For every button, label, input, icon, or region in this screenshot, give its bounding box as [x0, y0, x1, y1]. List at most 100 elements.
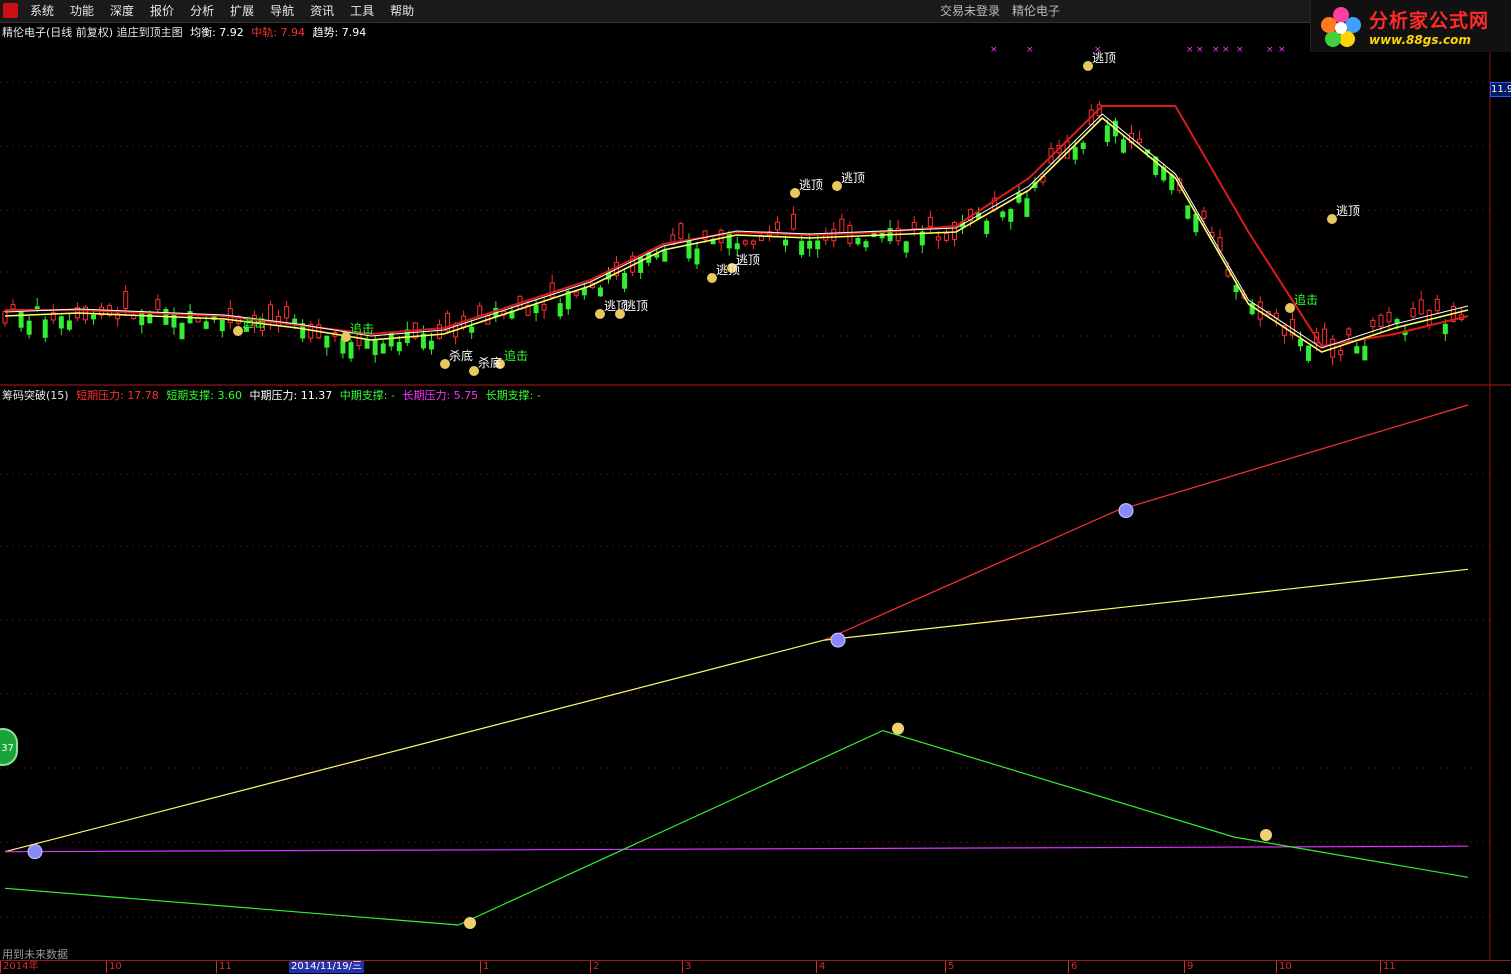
- menu-item-extension[interactable]: 扩展: [222, 0, 262, 22]
- main-series-line: [5, 105, 1469, 348]
- candle-body: [324, 335, 330, 348]
- sub-series-line: [4, 729, 1469, 926]
- candle-body: [1201, 210, 1207, 219]
- candle-body: [268, 304, 274, 322]
- signal-label: 杀底: [449, 348, 473, 363]
- top-marker: ×: [1266, 45, 1274, 55]
- tick-label: 10: [1276, 961, 1292, 973]
- candle-body: [1418, 299, 1424, 315]
- candle-body: [1185, 205, 1191, 219]
- app-logo-icon[interactable]: [3, 3, 18, 18]
- money-bag-icon: [1260, 828, 1272, 841]
- face-marker-icon: [27, 844, 43, 860]
- candle-body: [557, 303, 563, 317]
- menu-item-function[interactable]: 功能: [62, 0, 102, 22]
- tick-label: 11: [1380, 961, 1396, 973]
- candle-body: [292, 318, 298, 324]
- candle-body: [935, 236, 941, 241]
- candle-body: [171, 312, 177, 328]
- candle-body: [1322, 328, 1328, 347]
- candle-body: [1169, 174, 1175, 191]
- signal-label: 追击: [504, 348, 528, 363]
- candle-body: [783, 239, 789, 246]
- sub-series-line: [4, 568, 1469, 853]
- tick-label: 5: [945, 961, 954, 973]
- candle-body: [284, 306, 290, 319]
- signal-label: 逃顶: [799, 178, 823, 192]
- candle-body: [815, 240, 821, 250]
- candle-body: [1137, 138, 1143, 144]
- candle-body: [380, 343, 386, 354]
- candle-body: [1394, 319, 1400, 324]
- menu-item-help[interactable]: 帮助: [382, 0, 422, 22]
- candle-body: [179, 322, 185, 340]
- candle-body: [396, 341, 402, 352]
- candle-body: [123, 291, 129, 309]
- cursor-date-label: 2014/11/19/三: [289, 961, 365, 973]
- candle-body: [791, 213, 797, 230]
- signal-label: 逃顶: [624, 299, 648, 313]
- candle-body: [372, 339, 378, 356]
- candle-body: [863, 241, 869, 248]
- candle-body: [1410, 307, 1416, 318]
- candle-body: [541, 304, 547, 311]
- candle-body: [1104, 125, 1110, 143]
- tick-label: 6: [1068, 961, 1077, 973]
- money-bag-icon: [464, 917, 476, 929]
- candle-body: [799, 240, 805, 255]
- candle-body: [807, 240, 813, 249]
- candle-body: [1386, 311, 1392, 323]
- face-marker-icon: [830, 632, 846, 648]
- tick-label: 4: [816, 961, 825, 973]
- money-bag-icon: [892, 722, 904, 735]
- menu-item-navigation[interactable]: 导航: [262, 0, 302, 22]
- candle-body: [1442, 323, 1448, 335]
- candle-body: [437, 324, 443, 339]
- candle-body: [91, 314, 97, 320]
- menu-item-info[interactable]: 资讯: [302, 0, 342, 22]
- signal-label: 杀底: [478, 355, 502, 370]
- login-status[interactable]: 交易未登录: [940, 0, 1000, 22]
- candle-body: [203, 321, 209, 329]
- signal-label: 追击: [242, 315, 266, 330]
- menu-item-analysis[interactable]: 分析: [182, 0, 222, 22]
- candle-body: [742, 240, 748, 245]
- candle-body: [1338, 350, 1344, 356]
- menu-item-tools[interactable]: 工具: [342, 0, 382, 22]
- menu-item-system[interactable]: 系统: [22, 0, 62, 22]
- tick-label: 3: [682, 961, 691, 973]
- sub-series-line: [4, 845, 1469, 853]
- menu-item-depth[interactable]: 深度: [102, 0, 142, 22]
- menu-bar: 系统 功能 深度 报价 分析 扩展 导航 资讯 工具 帮助 交易未登录 精伦电子: [0, 0, 1511, 23]
- candle-body: [1297, 338, 1303, 347]
- candle-body: [678, 223, 684, 240]
- candle-body: [1080, 142, 1086, 150]
- candle-body: [2, 311, 8, 324]
- candle-body: [1346, 328, 1352, 336]
- candle-body: [597, 287, 603, 297]
- candle-body: [1306, 345, 1312, 361]
- top-marker: ×: [1196, 45, 1204, 55]
- candle-body: [42, 319, 48, 338]
- candle-body: [943, 232, 949, 241]
- candle-body: [66, 320, 72, 330]
- candle-body: [694, 248, 700, 265]
- menu-item-quote[interactable]: 报价: [142, 0, 182, 22]
- candle-body: [1426, 309, 1432, 326]
- candle-body: [984, 220, 990, 235]
- candle-body: [839, 218, 845, 234]
- tick-label: 1: [480, 961, 489, 973]
- candle-body: [219, 319, 225, 332]
- candle-body: [533, 304, 539, 314]
- price-tag: 11.9: [1490, 82, 1511, 97]
- candle-body: [911, 222, 917, 230]
- chart-area[interactable]: 逃顶 逃顶逃顶逃顶逃顶逃顶逃顶逃顶追击 追击追击追击杀底 杀底× × × × × × × × × ×: [0, 22, 1511, 960]
- candle-body: [1434, 298, 1440, 312]
- candle-body: [927, 216, 933, 227]
- candle-body: [774, 221, 780, 231]
- candle-body: [622, 272, 628, 289]
- top-marker: ×: [1094, 45, 1102, 55]
- candle-body: [1000, 211, 1006, 218]
- time-axis: 2014年 10 11 1 2 3 4 5 6 9 10 11 2014/11/…: [0, 960, 1511, 974]
- tick-label: 2: [590, 961, 599, 973]
